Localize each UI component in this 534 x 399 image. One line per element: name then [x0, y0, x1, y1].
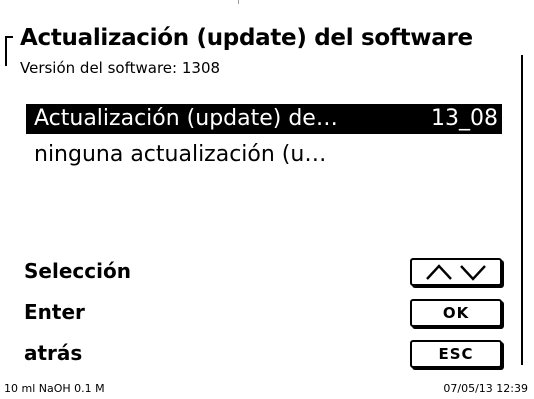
status-datetime: 07/05/13 12:39 — [443, 382, 528, 395]
status-reagent: 10 ml NaOH 0.1 M — [4, 382, 105, 395]
list-item-update-selected[interactable]: Actualización (update) de… 13_08 — [26, 104, 502, 134]
selection-action-label: Selección — [24, 259, 131, 283]
frame-left-line — [5, 36, 7, 66]
list-item-value: 13_08 — [431, 106, 498, 131]
ok-key[interactable]: OK — [410, 299, 502, 327]
up-down-key[interactable] — [410, 258, 502, 286]
titrator-screen: Actualización (update) del software Vers… — [0, 0, 534, 399]
enter-action-label: Enter — [24, 300, 85, 324]
list-item-no-update[interactable]: ninguna actualización (u… — [26, 140, 502, 170]
top-tick-mark — [238, 0, 239, 4]
back-action-label: atrás — [24, 341, 83, 365]
esc-key[interactable]: ESC — [410, 340, 502, 368]
list-item-label: ninguna actualización (u… — [34, 142, 327, 167]
page-title: Actualización (update) del software — [20, 25, 473, 51]
up-down-arrows-icon — [426, 264, 486, 281]
list-item-label: Actualización (update) de… — [34, 106, 338, 131]
software-version-label: Versión del software: 1308 — [20, 59, 221, 77]
frame-right-line — [521, 55, 523, 365]
